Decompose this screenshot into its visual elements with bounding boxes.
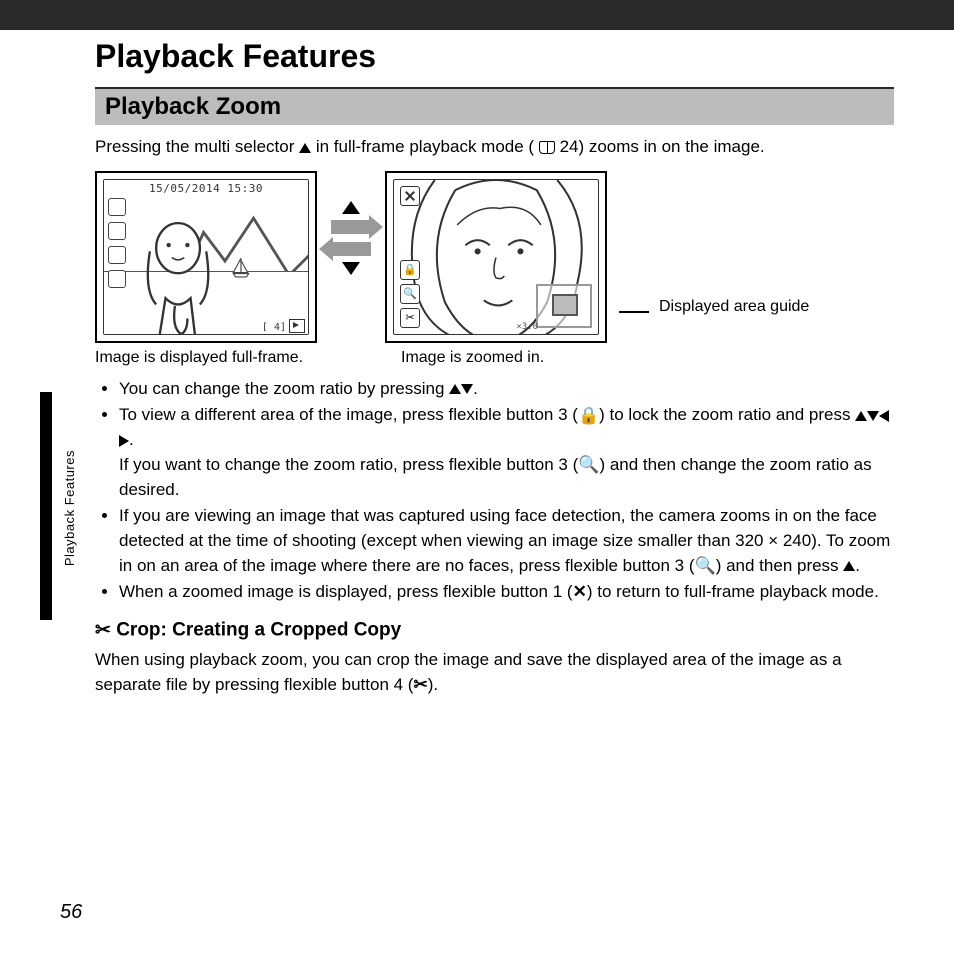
- illustration-row: 15/05/2014 15:30 [ 4]: [95, 171, 894, 343]
- chapter-tab: [40, 392, 52, 620]
- left-triangle-icon: [879, 410, 889, 422]
- arrow-left-icon: [331, 242, 371, 256]
- down-triangle-icon: [342, 262, 360, 275]
- bullet-list: You can change the zoom ratio by pressin…: [95, 377, 894, 605]
- zoom-arrows: [331, 201, 371, 275]
- down-triangle-icon: [461, 384, 473, 394]
- up-triangle-icon: [855, 411, 867, 421]
- scissors-icon: ✂: [400, 308, 420, 328]
- bullet-3: If you are viewing an image that was cap…: [119, 504, 894, 578]
- zoom-ratio-overlay: ×3.0: [516, 322, 538, 332]
- x-icon: ✕: [573, 582, 587, 601]
- page-title: Playback Features: [95, 38, 894, 75]
- icon-1: [108, 198, 126, 216]
- area-guide-box: [536, 284, 592, 328]
- lock-icon: 🔒: [400, 260, 420, 280]
- crop-paragraph: When using playback zoom, you can crop t…: [95, 648, 894, 697]
- frame-counter: [ 4]: [262, 322, 286, 333]
- up-triangle-icon: [843, 561, 855, 571]
- callout-line: [619, 311, 649, 313]
- lcd-side-icons: [108, 198, 126, 288]
- caption-full-frame: Image is displayed full-frame.: [95, 349, 313, 367]
- up-triangle-icon: [449, 384, 461, 394]
- scissors-icon: ✂: [95, 619, 111, 642]
- lcd-full-frame: 15/05/2014 15:30 [ 4]: [95, 171, 317, 343]
- close-x-icon: [400, 186, 420, 206]
- lcd-zoomed: 🔒 🔍 ✂ ×3.0: [385, 171, 607, 343]
- magnify-lock-icon: 🔍: [695, 554, 716, 579]
- timestamp-overlay: 15/05/2014 15:30: [104, 182, 308, 195]
- up-triangle-icon: [342, 201, 360, 214]
- up-triangle-icon: [299, 143, 311, 153]
- area-guide-label: Displayed area guide: [659, 298, 809, 316]
- bullet-1: You can change the zoom ratio by pressin…: [119, 377, 894, 402]
- section-heading: Playback Zoom: [95, 87, 894, 125]
- magnify-lock-icon: 🔍: [578, 453, 599, 478]
- playback-icon: [289, 319, 305, 333]
- person-graphic: [128, 220, 222, 334]
- scissors-icon: ✂: [413, 673, 427, 698]
- crop-subheading: ✂ Crop: Creating a Cropped Copy: [95, 619, 894, 642]
- page-header-bar: [0, 0, 954, 30]
- right-triangle-icon: [119, 435, 129, 447]
- icon-3: [108, 246, 126, 264]
- down-triangle-icon: [867, 411, 879, 421]
- intro-paragraph: Pressing the multi selector in full-fram…: [95, 135, 894, 159]
- bullet-2: To view a different area of the image, p…: [119, 403, 894, 502]
- page-number: 56: [60, 901, 82, 924]
- icon-4: [108, 270, 126, 288]
- icon-2: [108, 222, 126, 240]
- lock-icon: 🔒: [578, 404, 599, 429]
- chapter-label: Playback Features: [62, 450, 77, 566]
- sailboat-graphic: [230, 256, 252, 278]
- arrow-right-icon: [331, 220, 371, 234]
- caption-zoomed: Image is zoomed in.: [401, 349, 619, 367]
- magnify-lock-icon: 🔍: [400, 284, 420, 304]
- book-icon: [539, 141, 555, 154]
- bullet-4: When a zoomed image is displayed, press …: [119, 580, 894, 605]
